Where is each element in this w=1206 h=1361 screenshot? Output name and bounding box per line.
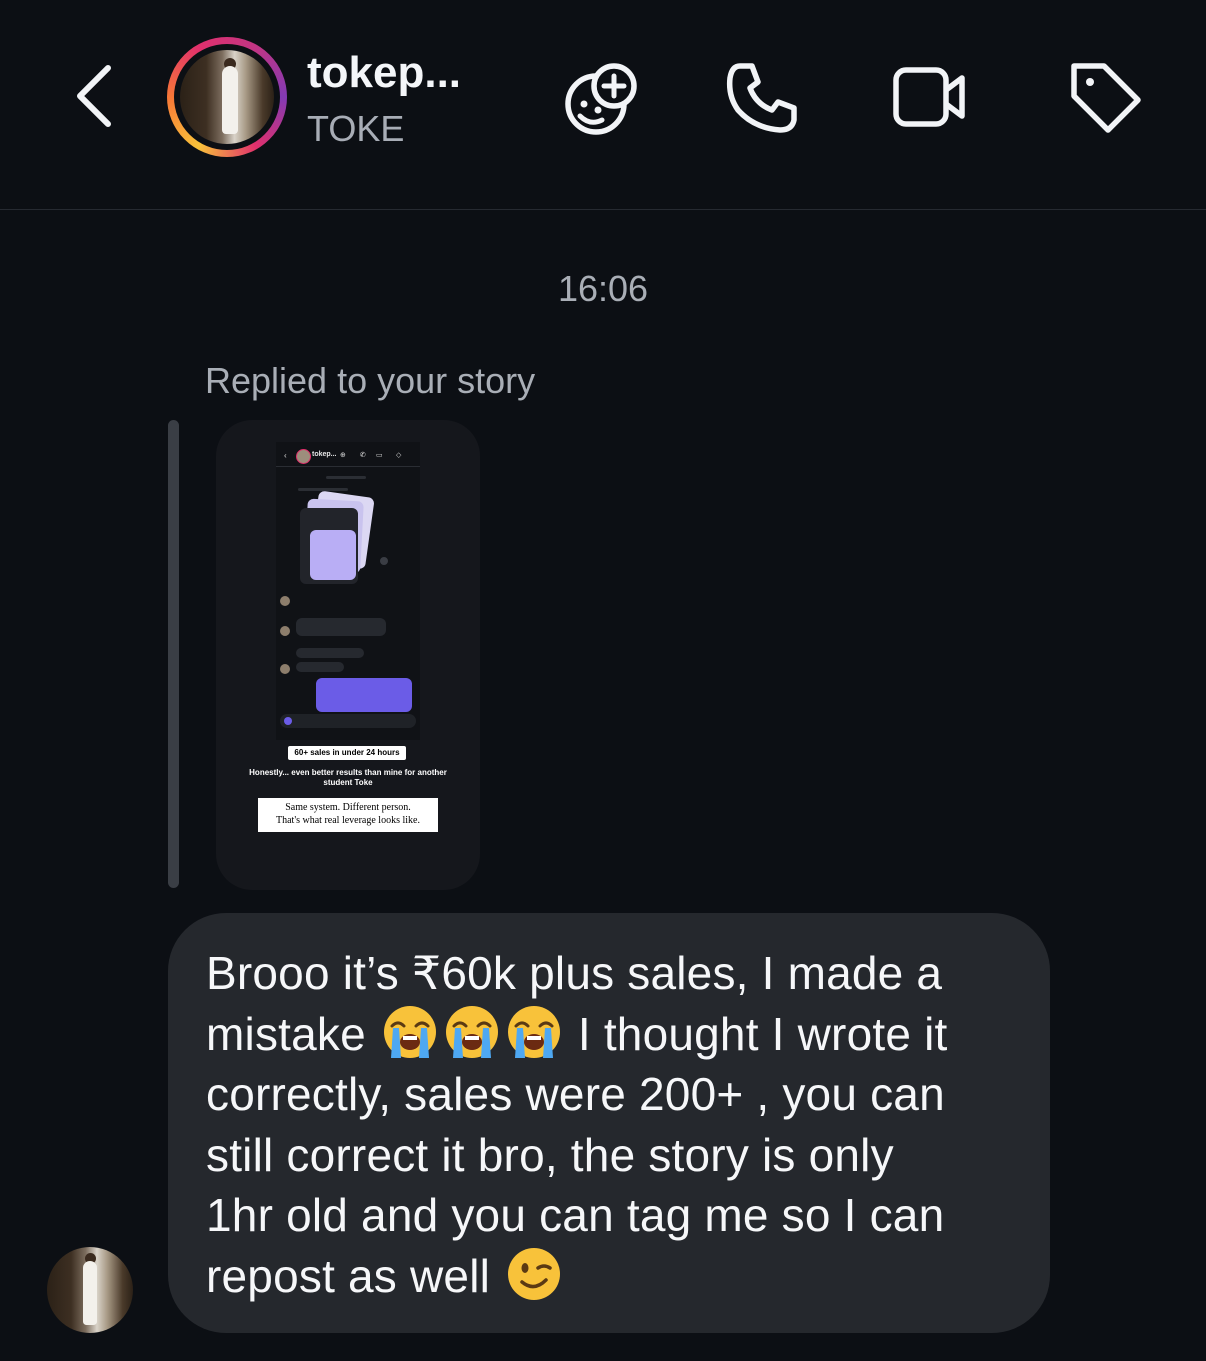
message-line: 1hr old and you can tag me so I can <box>206 1189 945 1241</box>
loudly-crying-face-emoji-icon <box>507 1005 560 1058</box>
chevron-left-icon[interactable] <box>70 62 126 130</box>
reply-context-label: Replied to your story <box>205 360 536 401</box>
video-icon[interactable] <box>890 58 970 138</box>
reply-indicator-bar <box>168 420 179 888</box>
story-caption: Honestly... even better results than min… <box>249 768 447 787</box>
message-line: repost as well <box>206 1249 491 1302</box>
chat-header: tokep... TOKE <box>0 0 1206 210</box>
story-label-top: 60+ sales in under 24 hours <box>288 746 406 760</box>
story-preview[interactable]: ‹ tokep... ⊕ ✆ ▭ ◇ 60+ sales in under 24… <box>216 420 480 890</box>
message-line: I thought I wrote it <box>577 1007 948 1060</box>
sender-avatar[interactable] <box>47 1247 133 1333</box>
story-label-bottom-line2: That's what real leverage looks like. <box>276 815 420 826</box>
message-timestamp: 16:06 <box>557 268 649 309</box>
profile-avatar[interactable] <box>167 37 287 157</box>
message-line: still correct it bro, the story is only <box>206 1128 894 1181</box>
message-line: Brooo it’s ₹60k plus sales, I made a <box>206 947 943 999</box>
story-label-bottom-line1: Same system. Different person. <box>285 802 411 813</box>
chat-subtitle[interactable]: TOKE <box>307 108 404 150</box>
story-mini-username: tokep... <box>312 451 337 458</box>
winking-face-emoji-icon <box>508 1247 561 1300</box>
story-screenshot: ‹ tokep... ⊕ ✆ ▭ ◇ <box>276 442 420 740</box>
tag-icon[interactable] <box>1066 58 1146 138</box>
loudly-crying-face-emoji-icon <box>383 1005 436 1058</box>
message-line: mistake <box>206 1007 366 1060</box>
loudly-crying-face-emoji-icon <box>445 1005 498 1058</box>
story-label-bottom: Same system. Different person. That's wh… <box>258 798 438 832</box>
phone-icon[interactable] <box>722 58 802 138</box>
chat-username[interactable]: tokep... <box>307 48 461 98</box>
message-line: correctly, sales were 200+ , you can <box>206 1068 945 1120</box>
message-bubble[interactable]: Brooo it’s ₹60k plus sales, I made a mis… <box>168 913 1050 1333</box>
message-text: Brooo it’s ₹60k plus sales, I made a mis… <box>206 943 1012 1306</box>
add-sticker-icon[interactable] <box>562 58 642 138</box>
